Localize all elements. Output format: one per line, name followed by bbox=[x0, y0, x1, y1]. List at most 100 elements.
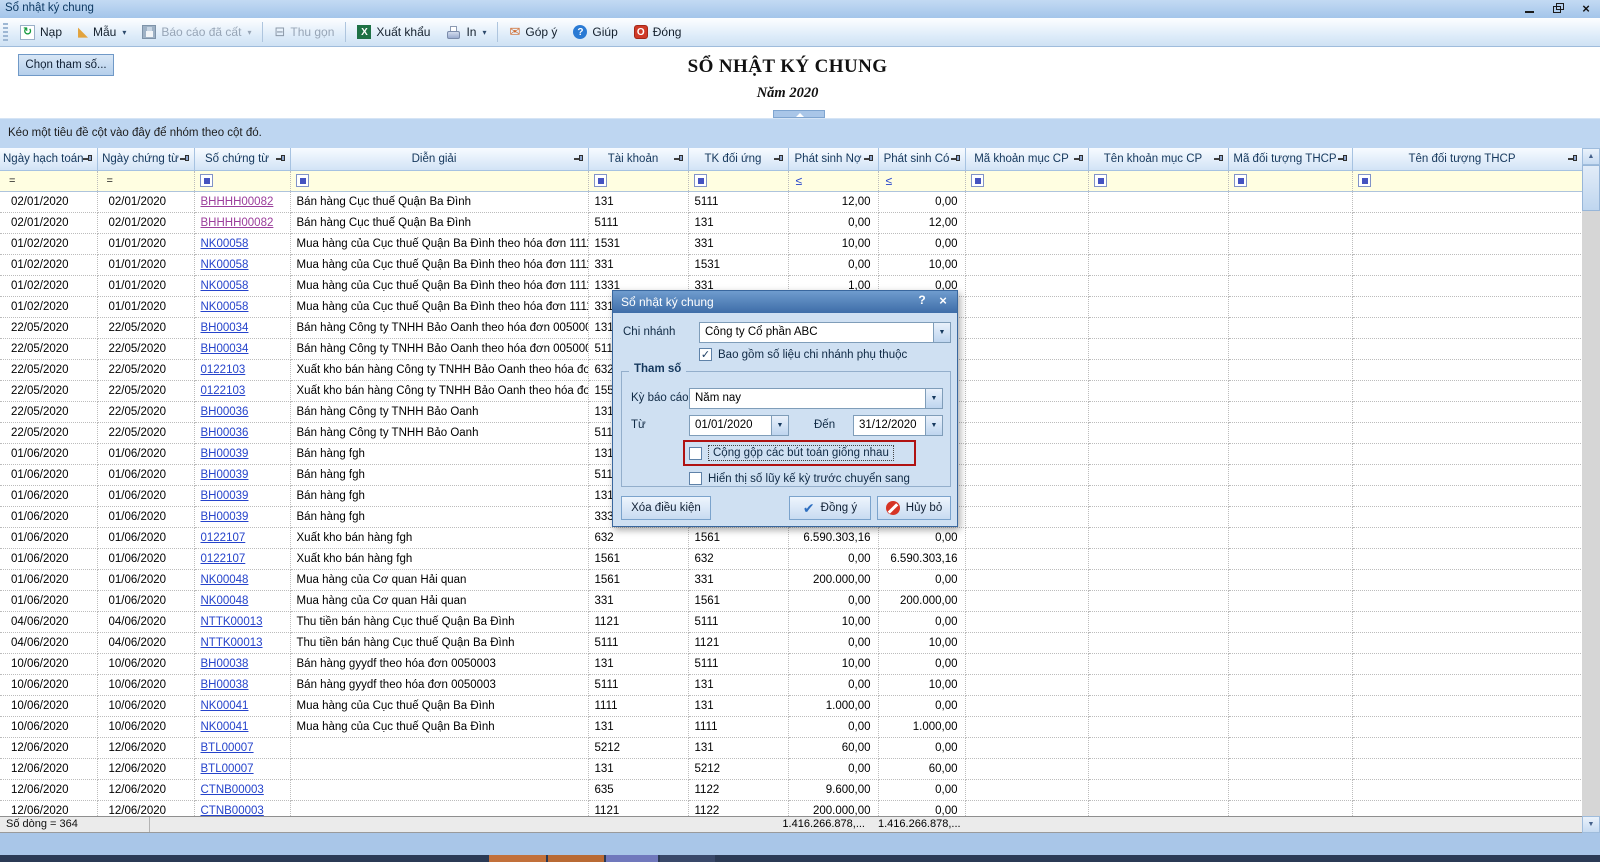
filter-cell-11[interactable] bbox=[1228, 170, 1352, 191]
filter-cell-12[interactable] bbox=[1352, 170, 1582, 191]
filter-cell-6[interactable] bbox=[688, 170, 788, 191]
toolbar-button-giup[interactable]: ?Giúp bbox=[565, 20, 625, 44]
cancel-button[interactable]: Hủy bỏ bbox=[877, 496, 951, 520]
document-link[interactable]: 0122103 bbox=[201, 364, 246, 376]
document-link[interactable]: BH00036 bbox=[201, 427, 249, 439]
document-link[interactable]: NK00041 bbox=[201, 721, 249, 733]
document-link[interactable]: NTTK00013 bbox=[201, 616, 263, 628]
column-header-2[interactable]: Ngày chứng từ bbox=[97, 148, 194, 170]
toolbar-button-mau[interactable]: ◣Mẫu▾ bbox=[70, 20, 134, 44]
merge-entries-checkbox[interactable] bbox=[689, 447, 702, 460]
document-link[interactable]: BH00038 bbox=[201, 658, 249, 670]
vertical-scrollbar[interactable]: ▲ ▼ bbox=[1582, 148, 1600, 833]
document-link[interactable]: BTL00007 bbox=[201, 763, 254, 775]
document-link[interactable]: NK00058 bbox=[201, 259, 249, 271]
filter-cell-10[interactable] bbox=[1088, 170, 1228, 191]
document-link[interactable]: BHHHH00082 bbox=[201, 217, 274, 229]
filter-button-icon[interactable] bbox=[1234, 174, 1247, 187]
chevron-down-icon[interactable]: ▼ bbox=[771, 416, 788, 435]
column-header-7[interactable]: Phát sinh Nợ bbox=[788, 148, 878, 170]
filter-cell-8[interactable]: ≤ bbox=[878, 170, 965, 191]
filter-button-icon[interactable] bbox=[1358, 174, 1371, 187]
restore-button[interactable] bbox=[1550, 1, 1566, 16]
column-header-3[interactable]: Số chứng từ bbox=[194, 148, 290, 170]
toolbar-button-nap[interactable]: ↻Nạp bbox=[12, 20, 70, 44]
column-header-8[interactable]: Phát sinh Có bbox=[878, 148, 965, 170]
document-link[interactable]: NK00048 bbox=[201, 595, 249, 607]
document-link[interactable]: BHHHH00082 bbox=[201, 196, 274, 208]
less-equal-operator-icon[interactable]: ≤ bbox=[793, 174, 803, 188]
filter-cell-9[interactable] bbox=[965, 170, 1088, 191]
to-date-picker[interactable]: 31/12/2020 ▼ bbox=[853, 415, 943, 436]
filter-cell-7[interactable]: ≤ bbox=[788, 170, 878, 191]
document-link[interactable]: 0122103 bbox=[201, 385, 246, 397]
scroll-up-button[interactable]: ▲ bbox=[1582, 148, 1600, 165]
document-link[interactable]: 0122107 bbox=[201, 553, 246, 565]
filter-cell-5[interactable] bbox=[588, 170, 688, 191]
group-by-band[interactable]: Kéo một tiêu đề cột vào đây để nhóm theo… bbox=[0, 118, 1600, 148]
document-link[interactable]: BH00039 bbox=[201, 511, 249, 523]
minimize-button[interactable] bbox=[1522, 1, 1538, 16]
filter-cell-4[interactable] bbox=[290, 170, 588, 191]
equals-operator-icon[interactable]: = bbox=[102, 175, 113, 187]
filter-button-icon[interactable] bbox=[594, 174, 607, 187]
filter-button-icon[interactable] bbox=[971, 174, 984, 187]
branch-combobox[interactable]: Công ty Cổ phần ABC ▼ bbox=[699, 322, 951, 343]
collapse-splitter-button[interactable] bbox=[773, 110, 825, 118]
filter-cell-3[interactable] bbox=[194, 170, 290, 191]
dialog-close-icon[interactable]: × bbox=[935, 293, 951, 310]
carry-forward-checkbox[interactable]: Hiển thị số lũy kế kỳ trước chuyển sang bbox=[689, 472, 910, 485]
filter-cell-1[interactable]: = bbox=[0, 170, 97, 191]
column-header-10[interactable]: Tên khoản mục CP bbox=[1088, 148, 1228, 170]
document-link[interactable]: NK00058 bbox=[201, 280, 249, 292]
document-link[interactable]: BH00039 bbox=[201, 469, 249, 481]
checkbox-checked-icon[interactable]: ✓ bbox=[699, 348, 712, 361]
document-link[interactable]: 0122107 bbox=[201, 532, 246, 544]
document-link[interactable]: BTL00007 bbox=[201, 742, 254, 754]
document-link[interactable]: NK00058 bbox=[201, 301, 249, 313]
document-link[interactable]: BH00039 bbox=[201, 490, 249, 502]
toolbar-button-xuat-khau[interactable]: XXuất khẩu bbox=[349, 20, 438, 44]
ok-button[interactable]: ✔ Đồng ý bbox=[789, 496, 871, 520]
document-link[interactable]: BH00034 bbox=[201, 343, 249, 355]
document-link[interactable]: BH00038 bbox=[201, 679, 249, 691]
scrollbar-thumb[interactable] bbox=[1582, 165, 1600, 211]
document-link[interactable]: NK00041 bbox=[201, 700, 249, 712]
include-branch-checkbox[interactable]: ✓ Bao gồm số liệu chi nhánh phụ thuộc bbox=[699, 348, 907, 361]
column-header-11[interactable]: Mã đối tượng THCP bbox=[1228, 148, 1352, 170]
document-link[interactable]: NK00058 bbox=[201, 238, 249, 250]
document-link[interactable]: CTNB00003 bbox=[201, 784, 264, 796]
equals-operator-icon[interactable]: = bbox=[4, 175, 15, 187]
toolbar-button-in[interactable]: In▾ bbox=[438, 20, 494, 44]
filter-button-icon[interactable] bbox=[200, 174, 213, 187]
column-header-6[interactable]: TK đối ứng bbox=[688, 148, 788, 170]
chevron-down-icon[interactable]: ▼ bbox=[925, 389, 942, 408]
checkbox-unchecked-icon[interactable] bbox=[689, 472, 702, 485]
document-link[interactable]: NK00048 bbox=[201, 574, 249, 586]
filter-cell-2[interactable]: = bbox=[97, 170, 194, 191]
less-equal-operator-icon[interactable]: ≤ bbox=[883, 174, 893, 188]
toolbar-button-gop-y[interactable]: ✉Góp ý bbox=[501, 20, 565, 44]
period-combobox[interactable]: Năm nay ▼ bbox=[689, 388, 943, 409]
toolbar-button-dong[interactable]: OĐóng bbox=[626, 20, 690, 44]
document-link[interactable]: NTTK00013 bbox=[201, 637, 263, 649]
filter-button-icon[interactable] bbox=[296, 174, 309, 187]
column-header-1[interactable]: Ngày hạch toán bbox=[0, 148, 97, 170]
dialog-help-icon[interactable]: ? bbox=[914, 293, 930, 310]
filter-button-icon[interactable] bbox=[1094, 174, 1107, 187]
document-link[interactable]: CTNB00003 bbox=[201, 805, 264, 817]
close-button[interactable]: × bbox=[1578, 1, 1594, 16]
document-link[interactable]: BH00039 bbox=[201, 448, 249, 460]
column-header-9[interactable]: Mã khoản mục CP bbox=[965, 148, 1088, 170]
chevron-down-icon[interactable]: ▼ bbox=[925, 416, 942, 435]
clear-conditions-button[interactable]: Xóa điều kiện bbox=[621, 496, 711, 520]
column-header-5[interactable]: Tài khoản bbox=[588, 148, 688, 170]
column-header-12[interactable]: Tên đối tượng THCP bbox=[1352, 148, 1582, 170]
column-header-4[interactable]: Diễn giải bbox=[290, 148, 588, 170]
scroll-down-button[interactable]: ▼ bbox=[1582, 816, 1600, 833]
document-link[interactable]: BH00034 bbox=[201, 322, 249, 334]
document-link[interactable]: BH00036 bbox=[201, 406, 249, 418]
filter-button-icon[interactable] bbox=[694, 174, 707, 187]
chevron-down-icon[interactable]: ▼ bbox=[933, 323, 950, 342]
from-date-picker[interactable]: 01/01/2020 ▼ bbox=[689, 415, 789, 436]
